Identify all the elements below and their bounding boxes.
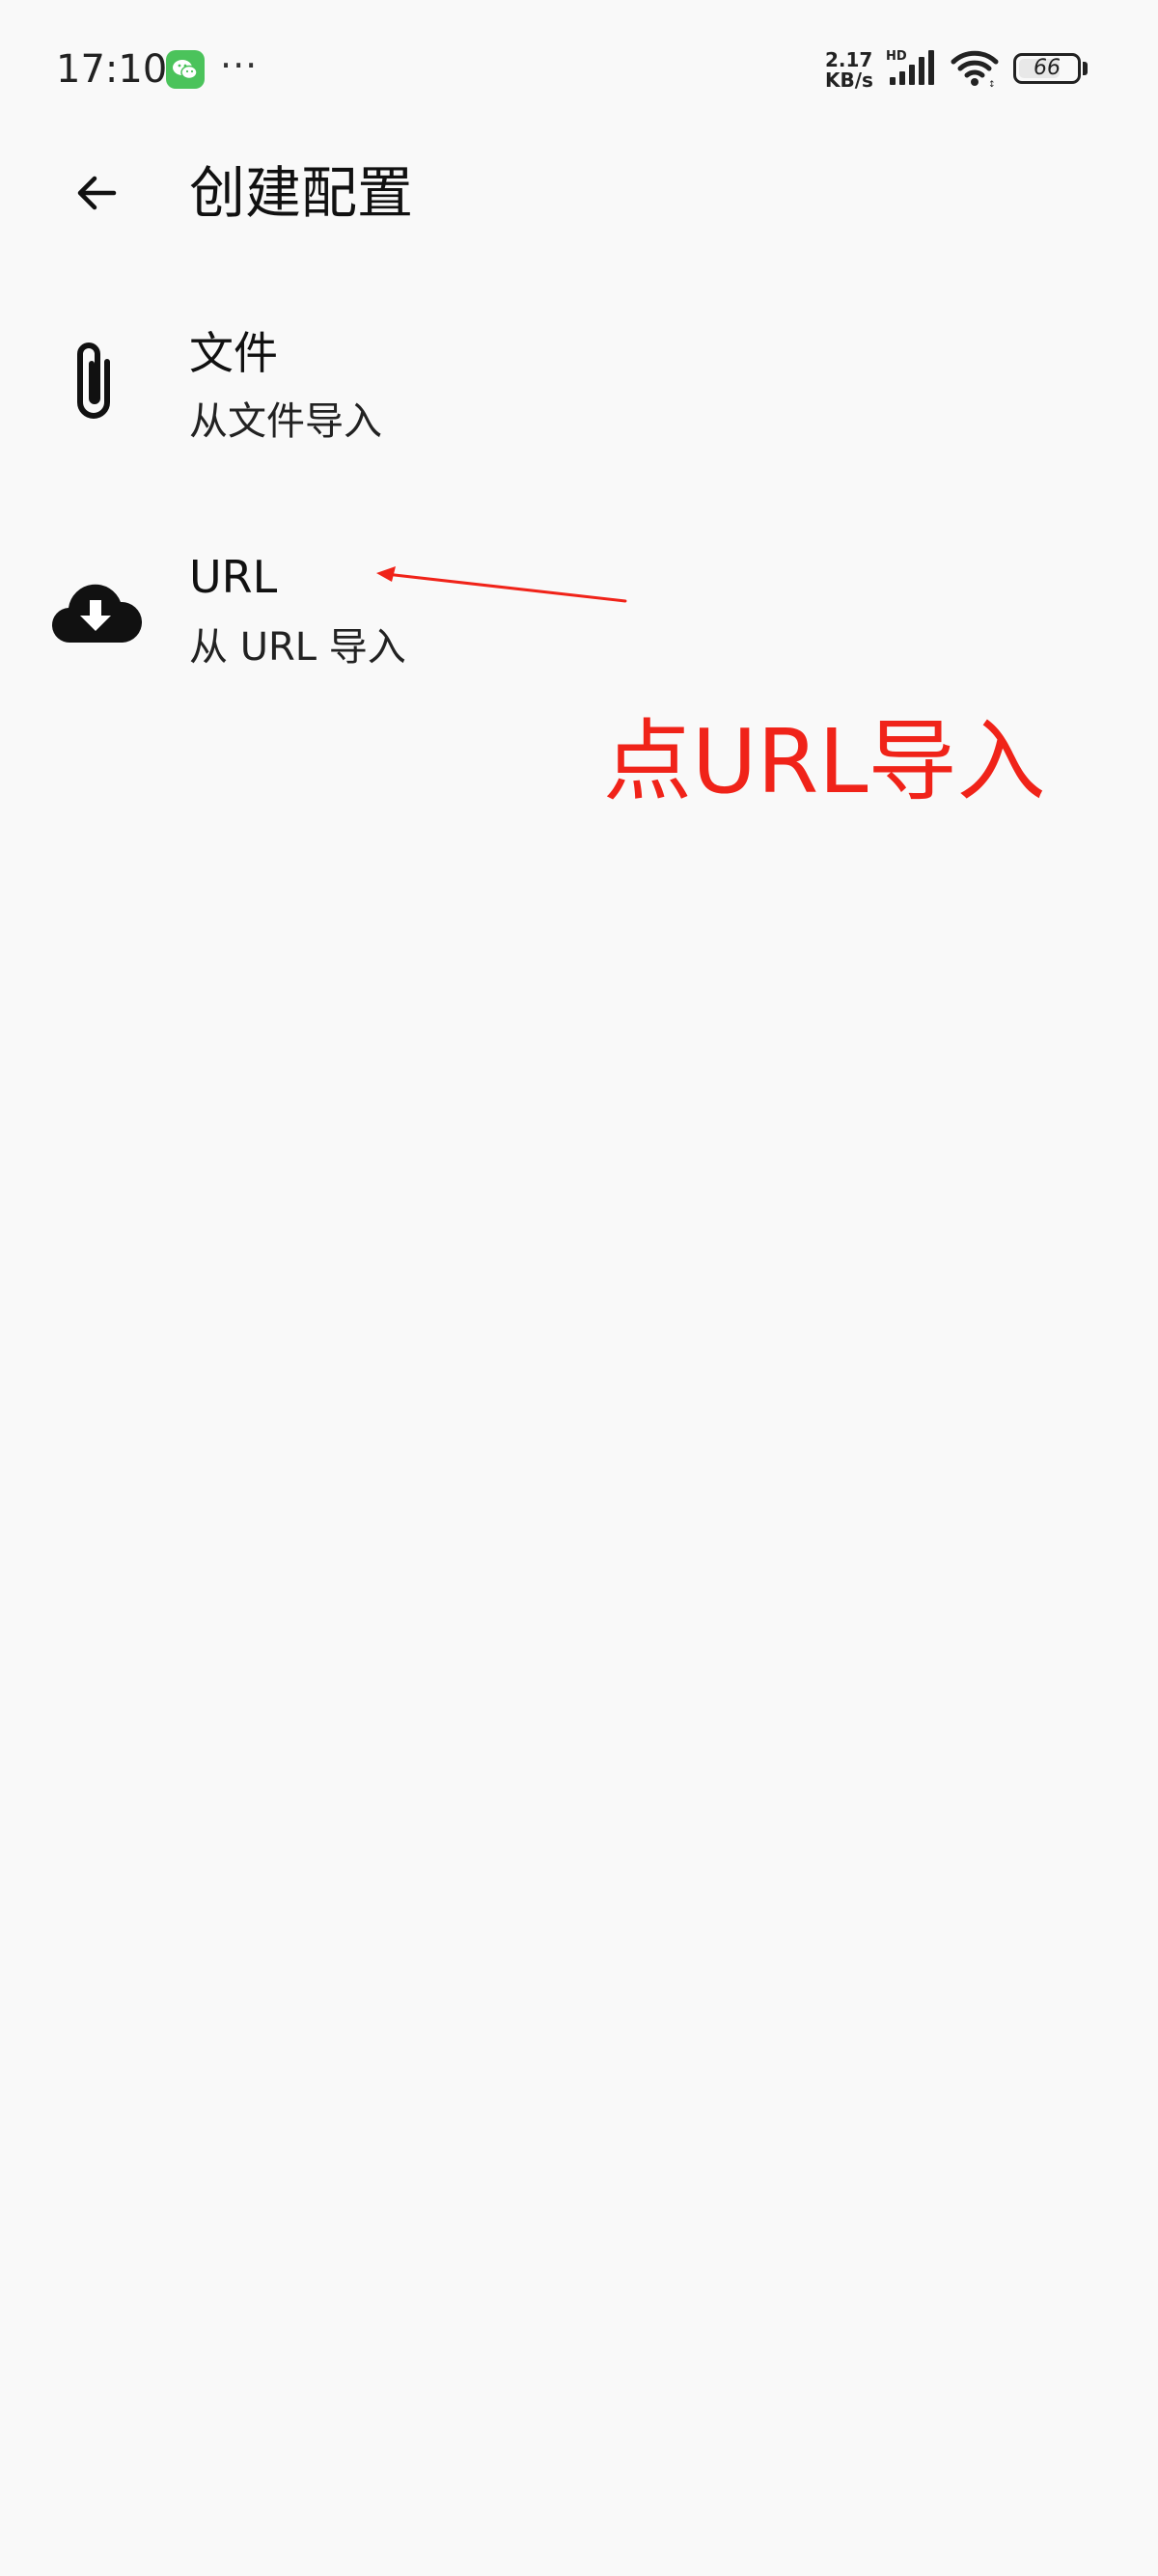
network-speed-unit: KB/s [825,69,873,92]
battery-tip [1083,62,1088,75]
svg-text:↕: ↕ [988,80,996,89]
cloud-download-icon [42,560,149,666]
arrow-left-icon [77,176,117,210]
back-button[interactable] [58,154,135,232]
annotation-arrow [376,566,627,603]
cellular-signal-icon: HD [886,48,942,89]
more-notifications-icon: ··· [220,44,259,87]
status-bar: 17:10 ··· 2.17 KB/s HD ↕ 66 [0,0,1158,135]
list-item-title: URL [189,551,278,603]
annotation-text: 点URL导入 [603,710,1046,813]
paperclip-icon [42,328,149,434]
battery-level-text: 66 [1034,56,1061,80]
page-title: 创建配置 [189,160,414,226]
list-item-subtitle: 从 URL 导入 [189,625,406,670]
status-time: 17:10 [56,47,168,92]
battery-icon: 66 [1013,53,1081,84]
network-speed-value: 2.17 [825,48,873,71]
wifi-icon: ↕ [950,48,1000,90]
network-speed: 2.17 KB/s [825,50,883,91]
signal-hd-label: HD [886,49,907,64]
list-item-title: 文件 [189,327,278,379]
wechat-icon [166,50,205,89]
list-item-import-file[interactable]: 文件 从文件导入 [0,309,1158,502]
list-item-subtitle: 从文件导入 [189,399,382,444]
